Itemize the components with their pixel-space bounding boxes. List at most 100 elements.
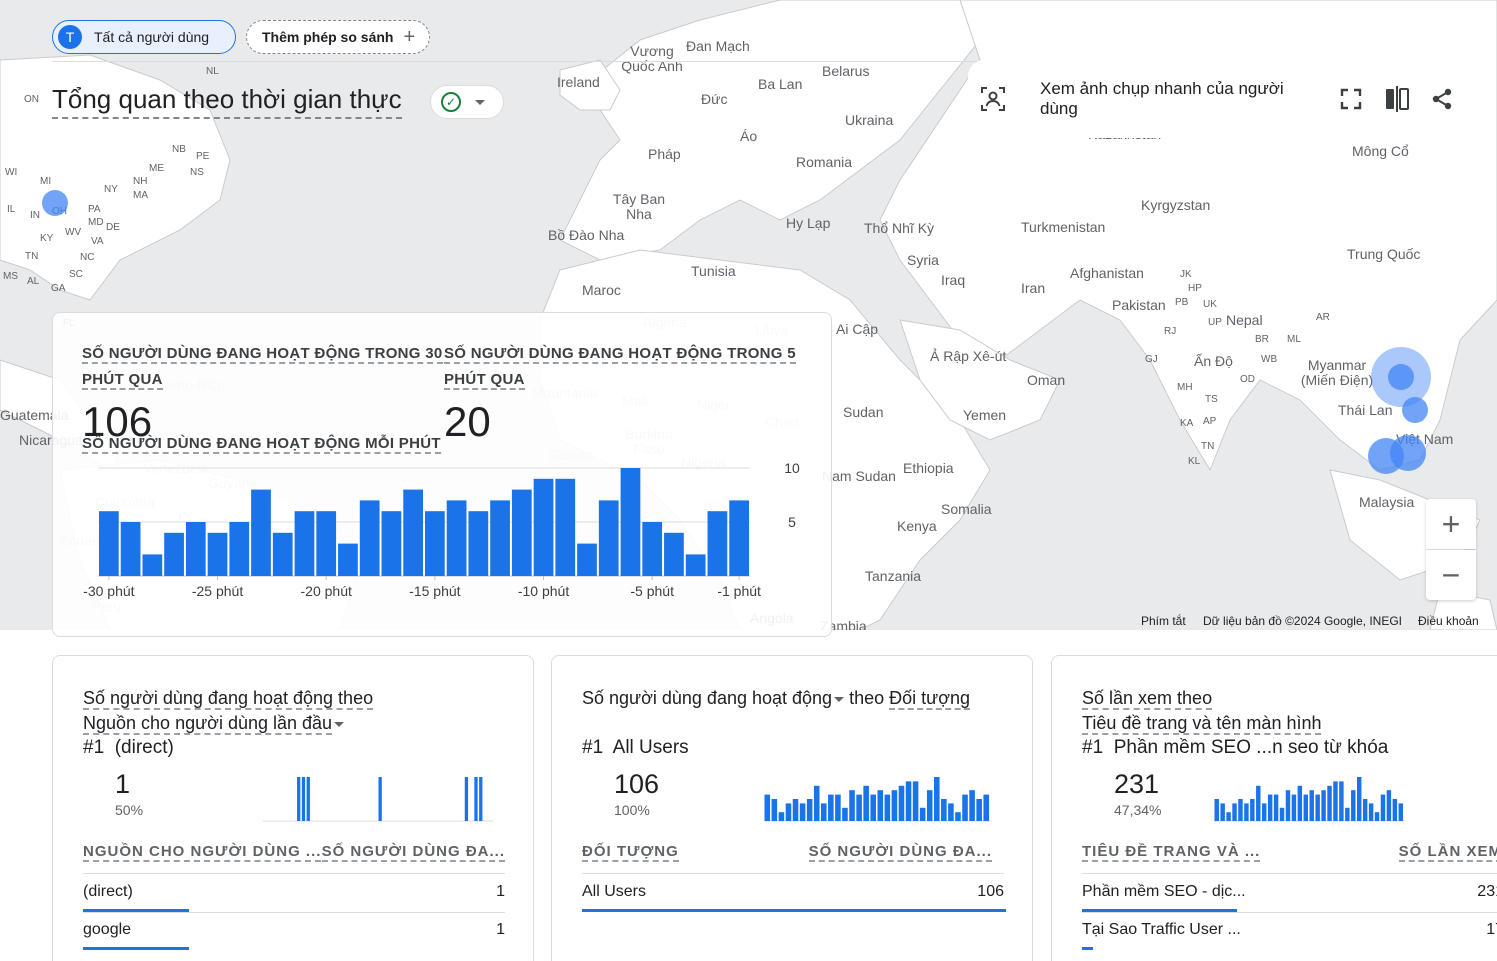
- chart-bar-9[interactable]: [294, 511, 315, 576]
- compare-icon[interactable]: [1384, 86, 1410, 112]
- map-region-label-14: WB: [1261, 354, 1278, 365]
- card3-title-line1[interactable]: Số lần xem theo: [1082, 688, 1213, 710]
- activity-dot-thailand[interactable]: [1402, 397, 1428, 423]
- chart-bar-17[interactable]: [468, 511, 489, 576]
- all-users-label: Tất cả người dùng: [94, 29, 210, 45]
- chart-bar-11[interactable]: [338, 543, 358, 576]
- chart-bar-0[interactable]: [99, 511, 119, 576]
- user-snapshot-icon[interactable]: [980, 86, 1006, 112]
- chart-bar-2[interactable]: [142, 554, 163, 576]
- chart-bar-10[interactable]: [316, 511, 337, 576]
- zoom-out-button[interactable]: −: [1426, 550, 1476, 600]
- map-state-label-0: NL: [206, 66, 219, 77]
- card3-title-dimension[interactable]: Tiêu đề trang và tên màn hình: [1082, 713, 1322, 735]
- chart-bar-13[interactable]: [381, 511, 402, 576]
- sparkline-bar-3: [785, 803, 792, 821]
- map-label-32: Thái Lan: [1338, 402, 1393, 418]
- sparkline-bar-4: [792, 799, 799, 821]
- chart-bar-16[interactable]: [446, 500, 467, 576]
- sparkline-bar-12: [849, 790, 855, 821]
- card2-col-metric[interactable]: SỐ NGƯỜI DÙNG ĐA...: [808, 843, 992, 862]
- sparkline-bar-12: [1285, 790, 1291, 821]
- chevron-down-icon[interactable]: [834, 696, 845, 702]
- chart-bar-21[interactable]: [555, 478, 576, 576]
- chart-bar-12[interactable]: [359, 500, 380, 576]
- map-state-label-4: NS: [190, 167, 204, 178]
- sparkline-bar-9: [1267, 794, 1273, 821]
- chart-bar-8[interactable]: [272, 532, 293, 576]
- card1-row2-value: 1: [496, 921, 505, 938]
- sparkline-bar-23: [926, 790, 933, 821]
- map-label-27: Ai Cập: [836, 321, 879, 337]
- chart-bar-24[interactable]: [620, 468, 641, 576]
- card3-percent: 47,34%: [1114, 802, 1162, 818]
- card3-col-metric[interactable]: SỐ LẦN XEM: [1398, 843, 1497, 862]
- active-users-per-minute-chart[interactable]: 5 10 -30 phút -25 phút -20 phút -15 phút -10 p…: [53, 313, 833, 638]
- card3-col2-label: SỐ LẦN XEM: [1398, 843, 1497, 862]
- card3-row2-bar: [1082, 947, 1093, 950]
- sparkline-bar-21: [1339, 781, 1344, 821]
- chart-bar-29[interactable]: [729, 500, 749, 576]
- sparkline-bar-3: [1232, 803, 1237, 821]
- card2-col2-label: SỐ NGƯỜI DÙNG ĐA...: [808, 843, 992, 862]
- chart-bar-1[interactable]: [120, 522, 141, 576]
- add-comparison-button[interactable]: Thêm phép so sánh +: [246, 20, 430, 54]
- sparkline-bar-14: [863, 785, 869, 821]
- sparkline-bar-2: [1226, 812, 1231, 821]
- map-label-22: Iran: [1021, 280, 1046, 296]
- activity-dot-myanmar[interactable]: [1388, 364, 1414, 390]
- sparkline-bar-7: [1256, 785, 1261, 821]
- map-label-31: Myanmar (Miến Điện): [1300, 357, 1374, 388]
- chart-bar-25[interactable]: [642, 522, 663, 576]
- share-icon[interactable]: [1430, 86, 1455, 112]
- chart-bar-19[interactable]: [511, 489, 532, 576]
- chart-bar-15[interactable]: [425, 511, 445, 576]
- all-users-chip[interactable]: T Tất cả người dùng: [52, 20, 236, 54]
- sparkline-bar-31: [1398, 803, 1403, 821]
- map-label-36: Ethiopia: [903, 460, 954, 476]
- sparkline-bar-6: [1250, 799, 1255, 821]
- card1-col-dimension[interactable]: NGUỒN CHO NGƯỜI DÙNG ...: [83, 843, 322, 862]
- map-terms-link[interactable]: Điều khoản: [1418, 614, 1479, 628]
- zoom-in-button[interactable]: +: [1426, 499, 1476, 549]
- chart-bar-3[interactable]: [164, 532, 184, 576]
- card2-col-dimension[interactable]: ĐỐI TƯỢNG: [582, 843, 679, 862]
- card3-col-dimension[interactable]: TIÊU ĐỀ TRANG VÀ ...: [1082, 843, 1261, 862]
- sparkline-bar-21: [912, 781, 919, 821]
- chart-bar-28[interactable]: [707, 511, 728, 576]
- chart-bar-18[interactable]: [490, 500, 510, 576]
- map-shortcuts-link[interactable]: Phím tắt: [1141, 614, 1186, 628]
- chart-xtick-label-4: -10 phút: [518, 583, 569, 599]
- fullscreen-icon[interactable]: [1339, 86, 1364, 112]
- chart-bar-14[interactable]: [403, 489, 423, 576]
- snapshot-label[interactable]: Xem ảnh chụp nhanh của người dùng: [1040, 79, 1317, 119]
- audience-card: Số người dùng đang hoạt động theo Đối tư…: [551, 655, 1033, 961]
- chart-bar-5[interactable]: [207, 532, 228, 576]
- chart-bar-4[interactable]: [185, 522, 206, 576]
- chart-bar-6[interactable]: [229, 522, 250, 576]
- chevron-down-icon[interactable]: [334, 721, 345, 727]
- chart-bar-7[interactable]: [251, 489, 271, 576]
- chart-bar-20[interactable]: [533, 478, 554, 576]
- card1-title-dimension[interactable]: Nguồn cho người dùng lần đầu: [83, 713, 333, 735]
- map-label-4: Belarus: [822, 63, 870, 79]
- sparkline-bar-2: [778, 812, 785, 821]
- map-state-label-14: PA: [88, 204, 101, 215]
- activity-dot-vietnam-south[interactable]: [1390, 435, 1426, 471]
- chart-bar-27[interactable]: [685, 554, 706, 576]
- map-region-label-12: KL: [1188, 456, 1201, 467]
- sparkline-bar-8: [821, 803, 827, 821]
- chart-bar-23[interactable]: [598, 500, 619, 576]
- map-label-38: Somalia: [941, 501, 992, 517]
- sparkline-bar-15: [870, 794, 876, 821]
- sparkline-bar-17: [884, 794, 891, 821]
- card2-title-dimension[interactable]: Đối tượng: [889, 688, 971, 710]
- chart-bar-26[interactable]: [664, 532, 684, 576]
- card2-title-metric[interactable]: Số người dùng đang hoạt động: [582, 688, 832, 708]
- card1-col-metric[interactable]: SỐ NGƯỜI DÙNG ĐA...: [321, 843, 505, 862]
- activity-dot-us[interactable]: [42, 190, 68, 216]
- chart-bar-22[interactable]: [577, 543, 597, 576]
- chart-xtick-label-6: -1 phút: [717, 583, 761, 599]
- status-dropdown[interactable]: ✓: [430, 85, 504, 119]
- map-label-2: Ireland: [557, 74, 600, 90]
